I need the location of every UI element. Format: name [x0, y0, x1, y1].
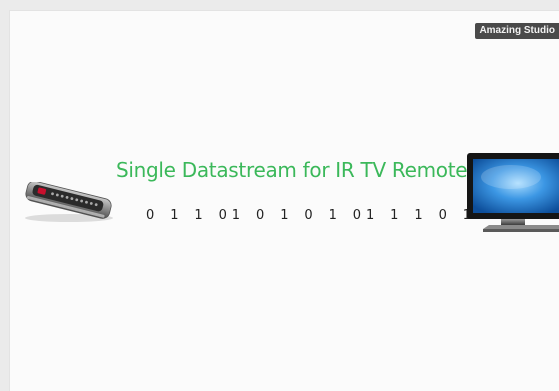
remote-control-icon	[25, 182, 113, 222]
diagram-title: Single Datastream for IR TV Remotes	[116, 158, 478, 182]
diagram-canvas: Amazing Studio Single Datastream for IR …	[9, 10, 559, 391]
watermark-logo: Amazing Studio	[475, 23, 559, 39]
television-icon	[467, 153, 559, 232]
